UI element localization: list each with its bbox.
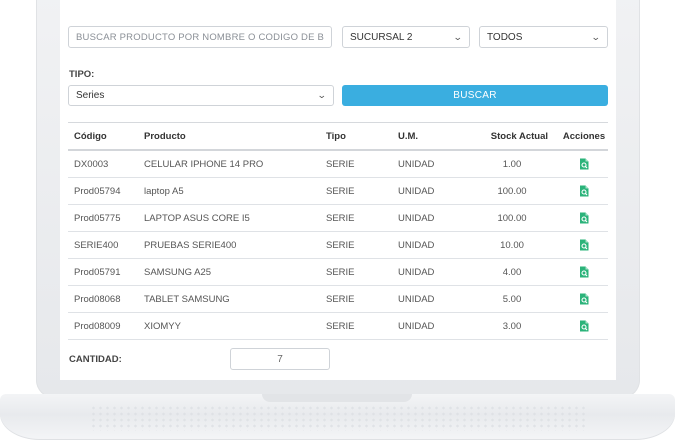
cell-um: UNIDAD: [398, 212, 435, 224]
cell-producto: laptop A5: [144, 185, 184, 197]
cell-um: UNIDAD: [398, 158, 435, 170]
table-row: DX0003 CELULAR IPHONE 14 PRO SERIE UNIDAD 1.…: [68, 151, 608, 178]
cell-codigo: Prod05794: [74, 185, 121, 197]
cell-acciones: [548, 212, 608, 224]
cell-codigo: SERIE400: [74, 239, 119, 251]
cell-producto: SAMSUNG A25: [144, 266, 212, 278]
col-header-acciones: Acciones: [562, 130, 606, 142]
cell-tipo: SERIE: [326, 212, 355, 224]
file-search-icon[interactable]: [579, 185, 590, 197]
cell-tipo: SERIE: [326, 239, 355, 251]
cell-acciones: [548, 266, 608, 278]
tipo-select-value: Series: [76, 90, 105, 101]
cantidad-label: CANTIDAD:: [69, 354, 122, 365]
cell-um: UNIDAD: [398, 293, 435, 305]
laptop-keyboard-texture: [90, 405, 585, 431]
cell-stock: 3.00: [502, 320, 522, 332]
cell-um: UNIDAD: [398, 320, 435, 332]
file-search-icon[interactable]: [579, 212, 590, 224]
file-search-icon[interactable]: [579, 293, 590, 305]
cell-um: UNIDAD: [398, 239, 435, 251]
file-search-icon[interactable]: [579, 266, 590, 278]
laptop-notch: [262, 394, 412, 402]
cell-stock: 100.00: [497, 185, 527, 197]
cell-acciones: [548, 158, 608, 170]
chevron-down-icon: ⌄: [591, 31, 602, 42]
table-row: Prod05794 laptop A5 SERIE UNIDAD 100.00: [68, 178, 608, 205]
sucursal-select[interactable]: SUCURSAL 2 ⌄: [342, 26, 470, 48]
cell-tipo: SERIE: [326, 185, 355, 197]
cell-tipo: SERIE: [326, 266, 355, 278]
col-header-stock: Stock Actual: [490, 130, 548, 142]
cell-producto: PRUEBAS SERIE400: [144, 239, 237, 251]
table-body: DX0003 CELULAR IPHONE 14 PRO SERIE UNIDAD 1.…: [68, 151, 608, 340]
chevron-down-icon: ⌄: [317, 90, 328, 100]
cell-um: UNIDAD: [398, 185, 435, 197]
cell-producto: LAPTOP ASUS CORE I5: [144, 212, 250, 224]
col-header-codigo: Código: [74, 130, 107, 142]
cell-stock: 1.00: [502, 158, 522, 170]
buscar-button[interactable]: BUSCAR: [342, 85, 608, 106]
table-row: Prod08009 XIOMYY SERIE UNIDAD 3.00: [68, 313, 608, 340]
cell-stock: 5.00: [502, 293, 522, 305]
cell-stock: 100.00: [497, 212, 527, 224]
cell-tipo: SERIE: [326, 158, 355, 170]
cell-codigo: DX0003: [74, 158, 109, 170]
cell-acciones: [548, 320, 608, 332]
table-row: Prod05791 SAMSUNG A25 SERIE UNIDAD 4.00: [68, 259, 608, 286]
table-row: Prod08068 TABLET SAMSUNG SERIE UNIDAD 5.00: [68, 286, 608, 313]
cell-producto: TABLET SAMSUNG: [144, 293, 230, 305]
cell-tipo: SERIE: [326, 320, 355, 332]
cell-acciones: [548, 293, 608, 305]
sucursal-select-value: SUCURSAL 2: [350, 31, 413, 43]
cell-producto: CELULAR IPHONE 14 PRO: [144, 158, 264, 170]
cell-stock: 4.00: [502, 266, 522, 278]
cantidad-input[interactable]: [230, 348, 330, 370]
estado-select-value: TODOS: [487, 31, 523, 43]
cell-tipo: SERIE: [326, 293, 355, 305]
estado-select[interactable]: TODOS ⌄: [479, 26, 608, 48]
tipo-select[interactable]: Series ⌄: [68, 85, 334, 106]
cell-um: UNIDAD: [398, 266, 435, 278]
file-search-icon[interactable]: [579, 158, 590, 170]
cell-acciones: [548, 239, 608, 251]
cell-codigo: Prod05775: [74, 212, 121, 224]
chevron-down-icon: ⌄: [453, 31, 464, 42]
cell-producto: XIOMYY: [144, 320, 181, 332]
col-header-producto: Producto: [144, 130, 186, 142]
table-row: Prod05775 LAPTOP ASUS CORE I5 SERIE UNIDAD 1…: [68, 205, 608, 232]
table-row: SERIE400 PRUEBAS SERIE400 SERIE UNIDAD 10.00: [68, 232, 608, 259]
col-header-um: U.M.: [398, 130, 419, 142]
products-table: Código Producto Tipo U.M. Stock Actual A…: [68, 122, 608, 340]
app-screen: SUCURSAL 2 ⌄ TODOS ⌄ TIPO: Series ⌄ BUSC…: [60, 0, 616, 380]
product-search-input[interactable]: [68, 26, 332, 48]
cell-codigo: Prod08009: [74, 320, 121, 332]
file-search-icon[interactable]: [579, 320, 590, 332]
tipo-label: TIPO:: [69, 69, 95, 80]
col-header-tipo: Tipo: [326, 130, 346, 142]
file-search-icon[interactable]: [579, 239, 590, 251]
cell-codigo: Prod05791: [74, 266, 121, 278]
cell-acciones: [548, 185, 608, 197]
cell-codigo: Prod08068: [74, 293, 121, 305]
cell-stock: 10.00: [500, 239, 524, 251]
table-header-row: Código Producto Tipo U.M. Stock Actual A…: [68, 123, 608, 151]
